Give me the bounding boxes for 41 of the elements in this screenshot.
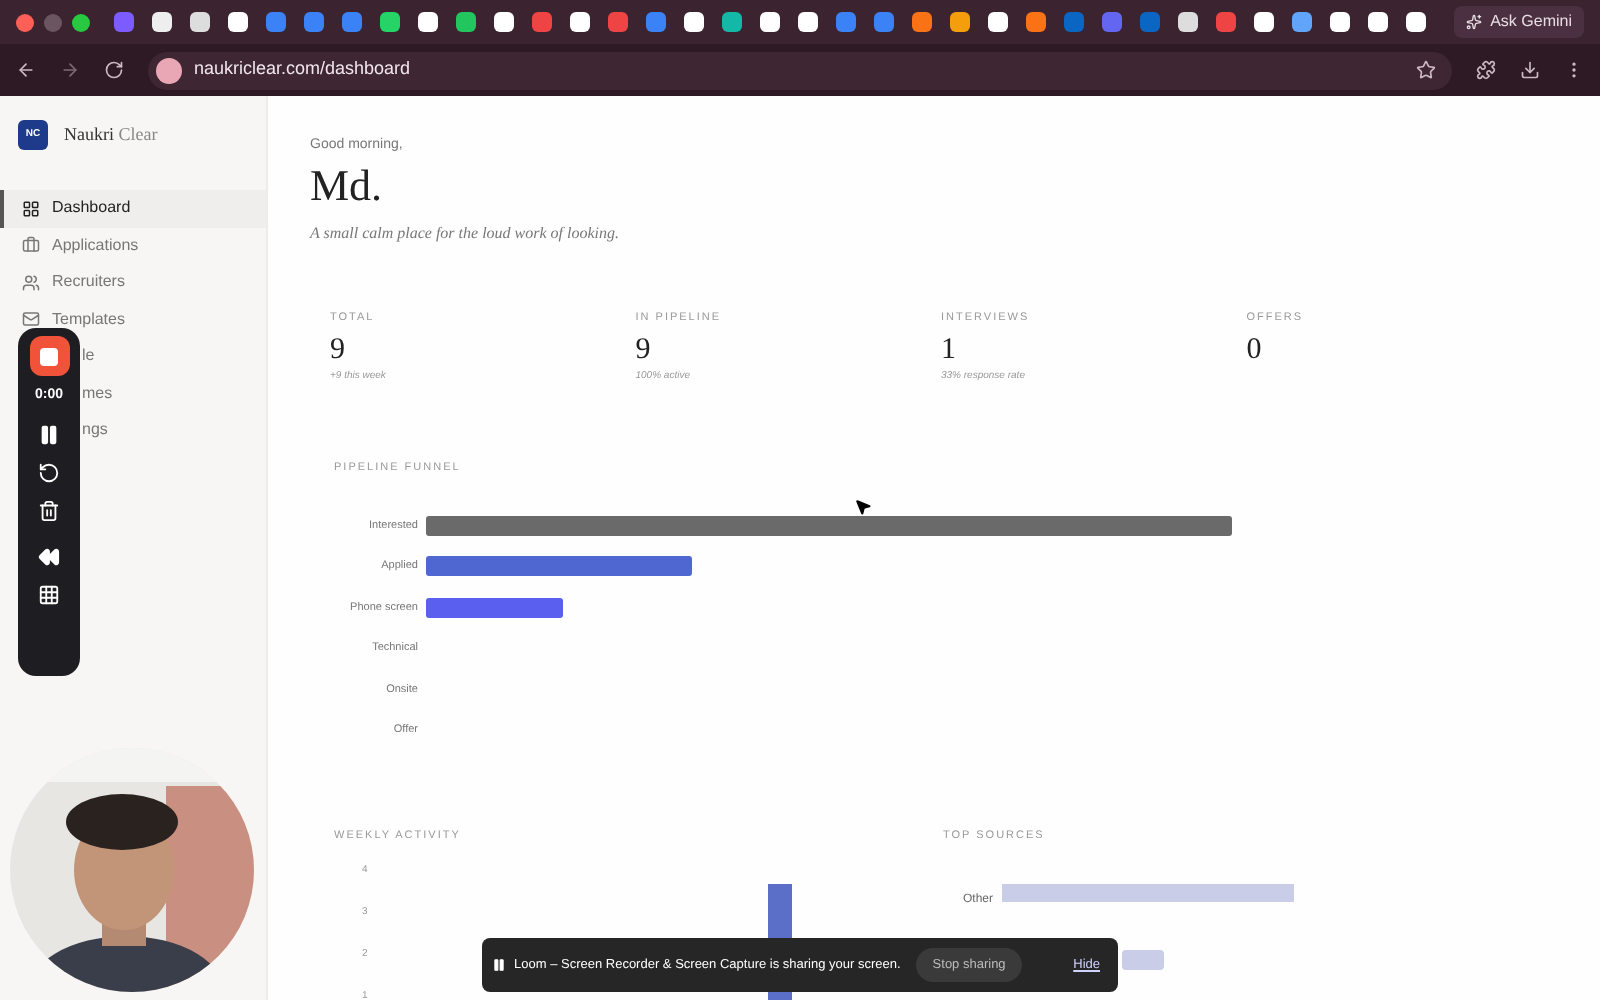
extensions-icon[interactable] [1476,60,1496,80]
sidebar-item[interactable]: Templates [0,301,266,338]
rewind-icon[interactable] [38,545,60,567]
site-icon [156,57,182,83]
back-icon[interactable] [16,60,36,80]
maximize-window-icon[interactable] [72,13,90,31]
reload-icon[interactable] [104,60,124,80]
stop-recording-button[interactable] [29,336,69,376]
grid-icon [22,199,40,218]
stat-value: 9 [330,331,347,370]
pause-icon[interactable] [38,423,60,445]
brand-name: Naukri Clear [64,121,158,148]
briefcase-icon [22,236,40,255]
sidebar-item[interactable]: mes [82,381,113,406]
sidebar-item[interactable]: le [82,344,95,369]
user-name: Md. [310,157,385,213]
bookmark-star-icon[interactable] [1416,60,1436,80]
source-bar [1121,949,1163,970]
url-text: naukriclear.com/dashboard [194,56,411,83]
restart-icon[interactable] [38,461,60,483]
envelope-icon [22,310,40,329]
tagline: A small calm place for the loud work of looking. [310,221,622,245]
sidebar-item[interactable]: Recruiters [0,264,266,301]
sidebar-item[interactable]: Applications [0,227,266,264]
funnel-bar [426,597,563,618]
stat-value: 9 [635,331,653,370]
ask-gemini-button[interactable]: Ask Gemini [1454,6,1584,38]
close-window-icon[interactable] [16,13,34,31]
pause-icon [492,958,506,972]
stat-value: 1 [941,331,958,370]
sidebar-item[interactable]: ngs [82,418,108,443]
download-icon[interactable] [1520,60,1540,80]
sidebar-item[interactable]: Dashboard [0,190,266,227]
stat-value: 0 [1246,331,1264,370]
people-icon [22,273,40,292]
mouse-cursor-icon [854,498,872,516]
stop-icon [40,347,58,365]
grid-icon[interactable] [38,583,60,605]
trash-icon[interactable] [38,499,60,521]
sparkle-icon [1466,14,1483,30]
address-bar[interactable]: naukriclear.com/dashboard [148,51,1452,89]
